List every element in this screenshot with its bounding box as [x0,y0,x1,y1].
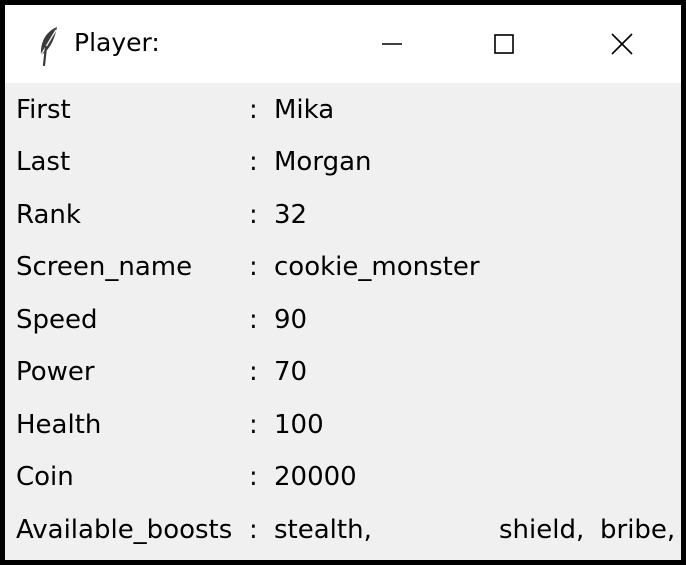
feather-icon [35,25,61,67]
field-value: 100 [274,410,324,440]
field-label: Health [16,410,102,440]
field-row-last: Last : Morgan [5,135,681,187]
field-separator: : [249,357,258,387]
window-title: Player: [74,28,160,57]
maximize-icon [494,34,514,54]
field-row-power: Power : 70 [5,345,681,397]
field-label: Rank [16,200,81,230]
minimize-button[interactable] [337,5,447,83]
field-value: 20000 [274,462,357,492]
boost-value: stealth, [274,515,372,545]
field-label: Power [16,357,95,387]
field-value: 70 [274,357,308,387]
field-value: 32 [274,200,308,230]
field-row-first: First : Mika [5,83,681,135]
field-value: cookie_monster [274,252,480,282]
title-bar[interactable]: Player: [5,5,681,83]
field-label: Speed [16,305,98,335]
field-row-rank: Rank : 32 [5,188,681,240]
field-separator: : [249,147,258,177]
field-separator: : [249,410,258,440]
field-separator: : [249,515,258,545]
field-row-screen-name: Screen_name : cookie_monster [5,240,681,292]
field-row-health: Health : 100 [5,398,681,450]
field-label: Last [16,147,71,177]
close-icon [611,33,633,55]
close-button[interactable] [567,5,677,83]
field-value: 90 [274,305,308,335]
boost-value: bribe, [600,515,676,545]
field-row-speed: Speed : 90 [5,293,681,345]
field-row-coin: Coin : 20000 [5,450,681,502]
field-label: Screen_name [16,252,193,282]
maximize-button[interactable] [449,5,559,83]
field-separator: : [249,252,258,282]
field-separator: : [249,305,258,335]
field-value: Morgan [274,147,372,177]
field-separator: : [249,95,258,125]
boost-value: shield, [499,515,585,545]
field-value: Mika [274,95,335,125]
player-window: Player: First : Mika Last: Morgan Rank … [0,0,686,565]
field-label: Coin [16,462,74,492]
field-row-available-boosts: Available_boosts : stealth, shield, brib… [5,503,681,555]
player-details: First : Mika Last : Morgan Rank : 32 Scr… [5,83,681,560]
minimize-icon [382,34,402,54]
field-label: Available_boosts [16,515,233,545]
field-separator: : [249,462,258,492]
field-separator: : [249,200,258,230]
field-label: First [16,95,71,125]
